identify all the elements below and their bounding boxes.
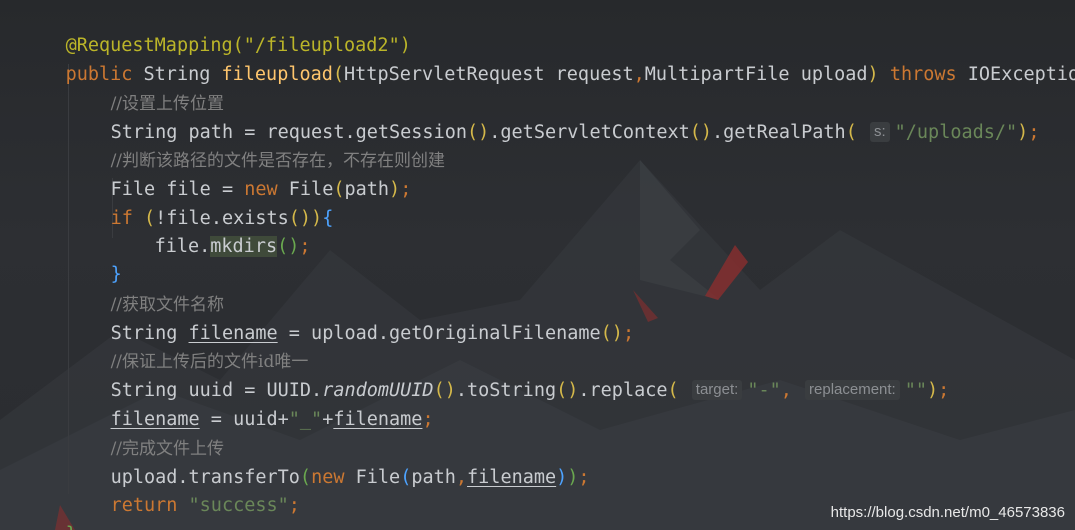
code-line[interactable]: upload.transferTo(new File(path,filename… xyxy=(66,436,590,488)
code-line[interactable]: String path = request.getSession().getSe… xyxy=(66,91,1039,143)
token-paren: () xyxy=(600,323,623,344)
token-paren: ( xyxy=(332,64,345,85)
token-brace: { xyxy=(322,208,334,229)
code-line[interactable]: if (!file.exists()){ xyxy=(66,177,334,229)
code-line[interactable]: } xyxy=(66,233,122,285)
token-semicolon: ; xyxy=(1028,122,1040,143)
code-line[interactable]: return "success"; xyxy=(66,464,300,516)
token-string: "-" xyxy=(747,380,781,401)
token-paren: ( xyxy=(400,467,412,488)
token-semicolon: ; xyxy=(938,380,950,401)
code-line[interactable]: //保证上传后的文件id唯一 xyxy=(66,320,309,372)
token-statement: = upload.getOriginalFilename xyxy=(277,323,601,344)
token-statement: path xyxy=(344,179,390,200)
parameter-hint: s: xyxy=(869,122,890,142)
token-variable: filename xyxy=(467,467,557,488)
token-paren: ( xyxy=(667,380,690,401)
code-line[interactable]: @RequestMapping("/fileupload2") xyxy=(21,4,411,56)
code-line[interactable]: //获取文件名称 xyxy=(66,263,224,315)
token-keyword: throws xyxy=(889,64,968,85)
token-paren: ) xyxy=(556,467,568,488)
token-string: "_" xyxy=(288,409,323,430)
token-semicolon: ; xyxy=(288,495,300,516)
token-paren: ) xyxy=(567,467,579,488)
token-statement: + xyxy=(322,409,334,430)
token-statement: file. xyxy=(154,236,211,257)
parameter-hint: replacement: xyxy=(805,380,900,400)
token-method-name: fileupload xyxy=(221,64,333,85)
token-paren: ( xyxy=(845,122,868,143)
code-line[interactable]: String filename = upload.getOriginalFile… xyxy=(66,292,635,344)
code-line[interactable]: file.mkdirs(); xyxy=(110,205,311,257)
token-paren: () xyxy=(277,236,300,257)
token-keyword: new xyxy=(311,467,356,488)
token-highlighted-method: mkdirs xyxy=(210,236,278,257)
token-params: HttpServletRequest request xyxy=(344,64,634,85)
token-params: MultipartFile upload xyxy=(644,64,868,85)
token-paren: () xyxy=(556,380,579,401)
code-line[interactable]: //设置上传位置 xyxy=(66,62,224,114)
token-semicolon: ; xyxy=(400,179,412,200)
token-paren: ) xyxy=(1017,122,1029,143)
token-string: "/uploads/" xyxy=(894,122,1018,143)
token-string: "success" xyxy=(188,495,289,516)
token-semicolon: ; xyxy=(422,409,434,430)
parameter-hint: target: xyxy=(691,380,743,400)
token-paren: ) xyxy=(867,64,890,85)
token-statement: .replace xyxy=(578,380,668,401)
token-semicolon: ; xyxy=(622,323,635,344)
watermark-url: https://blog.csdn.net/m0_46573836 xyxy=(830,504,1065,521)
token-paren: ( xyxy=(333,179,345,200)
code-line[interactable]: String uuid = UUID.randomUUID().toString… xyxy=(66,349,949,401)
code-line[interactable]: } xyxy=(21,493,77,530)
token-statement: .getRealPath xyxy=(712,122,846,143)
token-brace: } xyxy=(66,524,77,530)
token-statement: .getServletContext xyxy=(489,122,690,143)
token-statement: .toString xyxy=(455,380,557,401)
token-paren: ( xyxy=(299,467,312,488)
token-string: "" xyxy=(904,380,928,401)
token-paren: () xyxy=(689,122,713,143)
token-semicolon: ; xyxy=(578,467,590,488)
token-paren: () xyxy=(466,122,490,143)
token-comma: , xyxy=(455,467,468,488)
code-line[interactable]: //判断该路径的文件是否存在，不存在则创建 xyxy=(66,119,445,171)
token-statement: path xyxy=(411,467,456,488)
code-line[interactable]: public String fileupload(HttpServletRequ… xyxy=(21,33,1075,85)
token-paren: () xyxy=(433,380,456,401)
code-line[interactable]: File file = new File(path); xyxy=(66,148,412,200)
token-paren: ) xyxy=(389,179,401,200)
code-editor[interactable]: @RequestMapping("/fileupload2") public S… xyxy=(0,0,1075,530)
token-comma: , xyxy=(633,64,645,85)
code-line[interactable]: //完成文件上传 xyxy=(66,407,224,459)
token-comma: , xyxy=(780,380,804,401)
token-paren: ) xyxy=(927,380,939,401)
token-variable: filename xyxy=(333,409,423,430)
token-keyword: return xyxy=(110,495,189,516)
code-line[interactable]: filename = uuid+"_"+filename; xyxy=(66,378,434,430)
token-type: IOException xyxy=(967,64,1075,85)
token-semicolon: ; xyxy=(299,236,311,257)
token-statement: File xyxy=(355,467,401,488)
